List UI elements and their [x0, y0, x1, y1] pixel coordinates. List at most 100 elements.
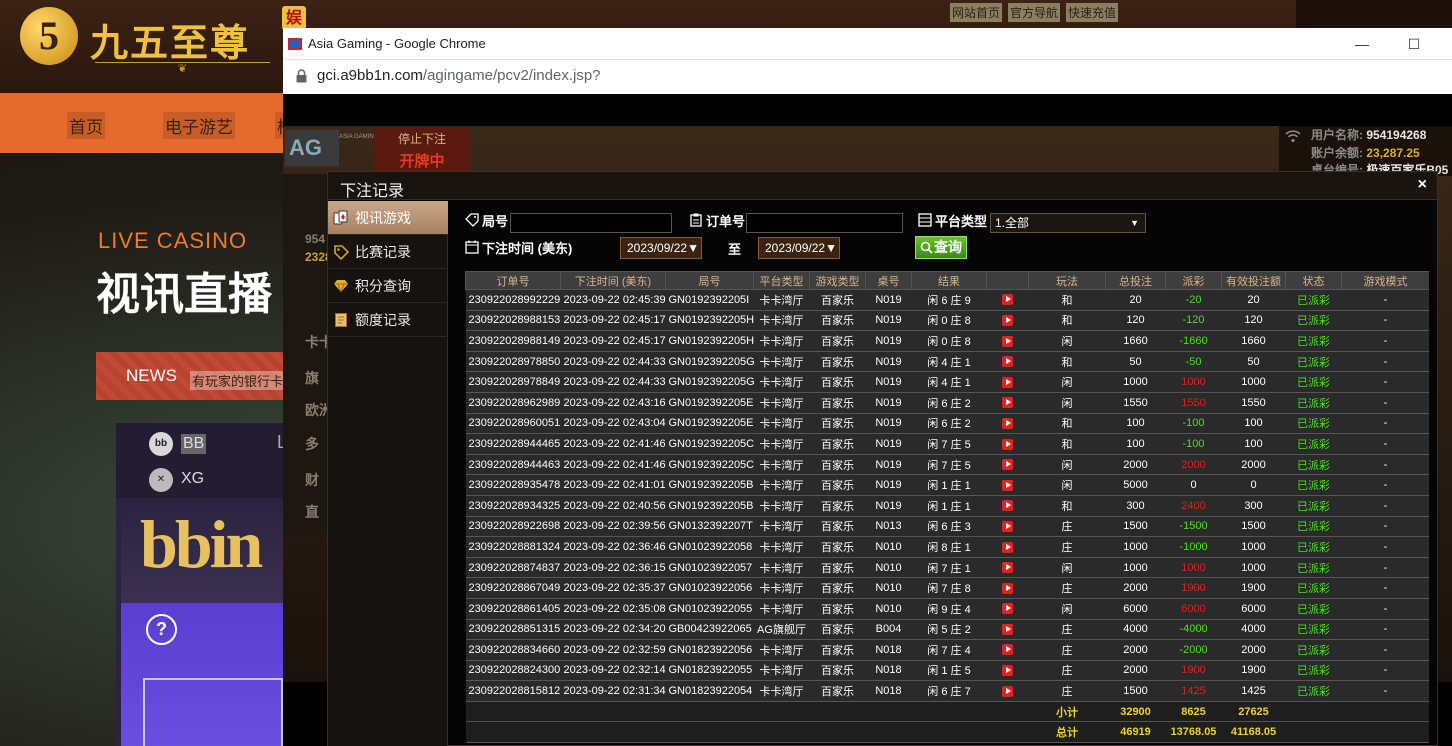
game-type-cell: 百家乐: [809, 660, 866, 682]
payout-cell: 0: [1165, 474, 1222, 496]
video-replay-icon[interactable]: [1002, 623, 1013, 635]
bb-provider-icon[interactable]: bb: [149, 432, 173, 456]
order-no-input[interactable]: [746, 213, 903, 233]
round-no-cell: GN01823922054: [665, 680, 754, 702]
video-replay-icon[interactable]: [1002, 356, 1013, 368]
balance-row: 账户余额: 23,287.25: [1311, 144, 1420, 161]
table-no-cell: B004: [865, 619, 912, 641]
video-replay-icon[interactable]: [1002, 582, 1013, 594]
replay-cell: [986, 330, 1029, 352]
round-no-input[interactable]: [510, 213, 672, 233]
provider-bb-label[interactable]: BB: [181, 434, 207, 454]
game-mode-cell: -: [1341, 516, 1429, 538]
modal-header: 下注记录 ×: [328, 172, 1437, 200]
result-cell: 闲 9 庄 4: [911, 598, 987, 620]
video-replay-icon[interactable]: [1002, 541, 1013, 553]
table-row: 230922028922698 2023-09-22 02:39:56 GN0132…: [465, 516, 1429, 538]
video-replay-icon[interactable]: [1002, 685, 1013, 697]
side-item[interactable]: 多: [305, 434, 319, 454]
video-replay-icon[interactable]: [1002, 376, 1013, 388]
payout-cell: 2400: [1165, 495, 1222, 517]
top-link-recharge[interactable]: 快速充值: [1066, 3, 1119, 22]
video-replay-icon[interactable]: [1002, 314, 1013, 326]
bet-type-cell: 和: [1028, 351, 1106, 373]
nav-item-home[interactable]: 首页: [67, 112, 105, 139]
xg-provider-icon[interactable]: ✕: [149, 468, 173, 492]
minimize-button[interactable]: —: [1339, 32, 1385, 56]
site-logo-icon[interactable]: 5: [20, 7, 78, 65]
query-button[interactable]: 查询: [915, 236, 967, 259]
site-logo-badge: 娱: [282, 6, 306, 30]
bet-type-cell: 闲: [1028, 454, 1106, 476]
help-icon[interactable]: ?: [146, 614, 177, 645]
video-replay-icon[interactable]: [1002, 562, 1013, 574]
video-replay-icon[interactable]: [1002, 459, 1013, 471]
total-bet-cell: 120: [1105, 310, 1166, 332]
maximize-button[interactable]: ☐: [1391, 32, 1437, 56]
cards-icon: [333, 210, 348, 225]
round-no-cell: GN01823922056: [665, 639, 754, 661]
total-bet-cell: 2000: [1105, 660, 1166, 682]
chrome-titlebar[interactable]: Asia Gaming - Google Chrome — ☐: [283, 28, 1452, 60]
table-row: 230922028881324 2023-09-22 02:36:46 GN0102…: [465, 536, 1429, 558]
video-replay-icon[interactable]: [1002, 397, 1013, 409]
video-replay-icon[interactable]: [1002, 665, 1013, 677]
table-no-cell: N018: [865, 639, 912, 661]
nav-item-slots[interactable]: 电子游艺: [163, 112, 235, 139]
nav-points-query[interactable]: 积分查询: [328, 269, 448, 303]
date-from-picker[interactable]: 2023/09/22▼: [620, 237, 702, 259]
order-no-cell: 230922028978849: [465, 371, 561, 393]
video-replay-icon[interactable]: [1002, 438, 1013, 450]
platform-type-select[interactable]: 1.全部 ▼: [990, 213, 1146, 233]
table-no-cell: N019: [865, 310, 912, 332]
news-label: NEWS: [126, 366, 177, 385]
table-no-cell: N019: [865, 413, 912, 435]
result-cell: 闲 1 庄 5: [911, 660, 987, 682]
nav-match-records[interactable]: 比赛记录: [328, 235, 448, 269]
status-cell: 已派彩: [1285, 289, 1342, 311]
side-item[interactable]: 旗: [305, 368, 319, 388]
site-logo-text[interactable]: 九五至尊: [90, 12, 250, 67]
order-no-cell: 230922028960051: [465, 413, 561, 435]
lock-icon[interactable]: [296, 69, 307, 83]
ag-logo: AG: [285, 130, 339, 166]
news-marquee[interactable]: 有玩家的银行卡: [190, 371, 286, 390]
side-item[interactable]: 直: [305, 502, 319, 522]
url-text[interactable]: gci.a9bb1n.com/agingame/pcv2/index.jsp?: [317, 67, 601, 84]
game-mode-cell: -: [1341, 330, 1429, 352]
subtotal-label: 小计: [1028, 701, 1106, 723]
valid-bet-cell: 0: [1221, 474, 1286, 496]
top-link-home[interactable]: 网站首页: [950, 3, 1003, 22]
video-replay-icon[interactable]: [1002, 520, 1013, 532]
video-replay-icon[interactable]: [1002, 603, 1013, 615]
game-mode-cell: -: [1341, 351, 1429, 373]
video-replay-icon[interactable]: [1002, 417, 1013, 429]
video-replay-icon[interactable]: [1002, 335, 1013, 347]
close-icon[interactable]: ×: [1418, 176, 1427, 194]
valid-bet-cell: 20: [1221, 289, 1286, 311]
video-replay-icon[interactable]: [1002, 294, 1013, 306]
video-replay-icon[interactable]: [1002, 500, 1013, 512]
date-to-picker[interactable]: 2023/09/22▼: [758, 237, 840, 259]
side-item[interactable]: 财: [305, 470, 319, 490]
valid-bet-cell: 4000: [1221, 619, 1286, 641]
game-mode-cell: -: [1341, 495, 1429, 517]
platform-cell: 卡卡湾厅: [753, 351, 810, 373]
table-no-cell: N018: [865, 660, 912, 682]
nav-video-games[interactable]: 视讯游戏: [328, 201, 448, 235]
video-replay-icon[interactable]: [1002, 479, 1013, 491]
empty-cell: [465, 721, 561, 744]
table-row: 230922028934325 2023-09-22 02:40:56 GN0192…: [465, 495, 1429, 517]
order-no-cell: 230922028834660: [465, 639, 561, 661]
top-link-nav[interactable]: 官方导航: [1008, 3, 1061, 22]
bet-type-cell: 庄: [1028, 516, 1106, 538]
nav-credit-records[interactable]: 额度记录: [328, 303, 448, 337]
video-replay-icon[interactable]: [1002, 644, 1013, 656]
replay-cell: [986, 557, 1029, 579]
platform-cell: AG旗舰厅: [753, 619, 810, 641]
game-type-cell: 百家乐: [809, 310, 866, 332]
provider-xg-label[interactable]: XG: [181, 470, 204, 488]
payout-cell: -20: [1165, 289, 1222, 311]
round-no-cell: GN01023922058: [665, 536, 754, 558]
valid-bet-cell: 120: [1221, 310, 1286, 332]
